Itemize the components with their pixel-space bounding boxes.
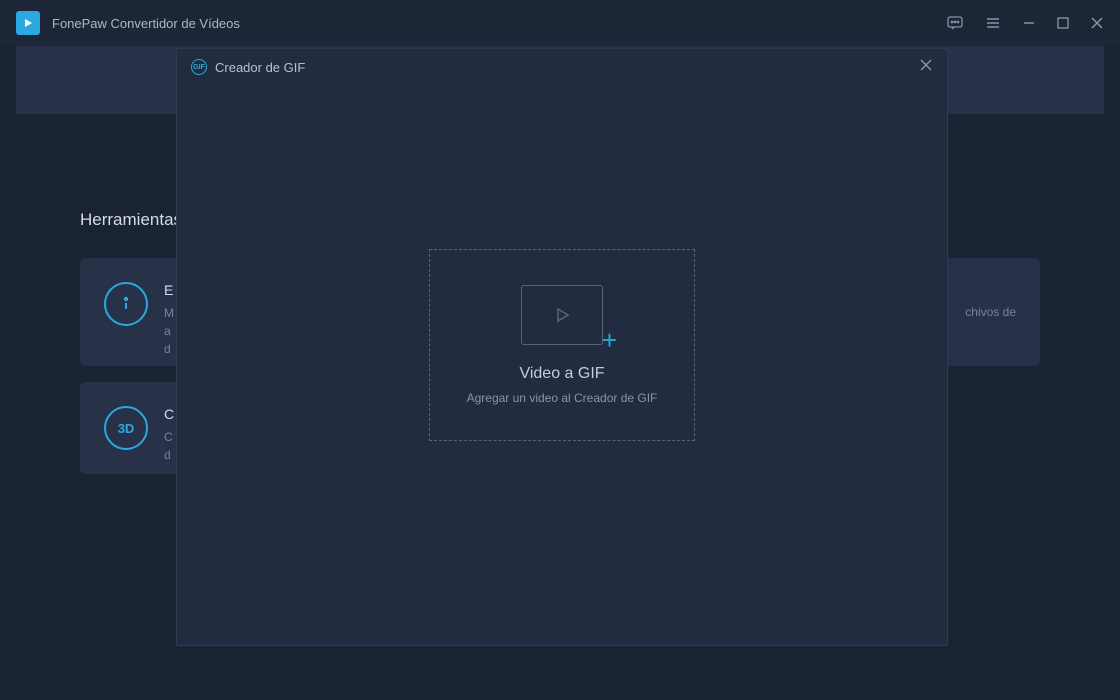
- gif-badge-text: GIF: [193, 64, 205, 71]
- gif-creator-modal: GIF Creador de GIF + Video a GIF Agregar…: [176, 48, 948, 646]
- dropzone-title: Video a GIF: [519, 365, 604, 383]
- modal-close-button[interactable]: [919, 58, 933, 77]
- 3d-icon-label: 3D: [118, 421, 135, 436]
- modal-body: + Video a GIF Agregar un video al Creado…: [177, 85, 947, 645]
- titlebar-left: FonePaw Convertidor de Vídeos: [16, 11, 240, 35]
- titlebar-right: [946, 14, 1104, 32]
- app-logo-icon: [16, 11, 40, 35]
- modal-header-left: GIF Creador de GIF: [191, 59, 305, 75]
- tool-desc: C d: [164, 428, 174, 464]
- tool-text: C C d: [164, 406, 174, 450]
- titlebar: FonePaw Convertidor de Vídeos: [0, 0, 1120, 46]
- tool-text: E M a d: [164, 282, 174, 342]
- tool-desc: M a d: [164, 304, 174, 358]
- maximize-icon[interactable]: [1056, 16, 1070, 30]
- 3d-icon: 3D: [104, 406, 148, 450]
- video-dropzone[interactable]: + Video a GIF Agregar un video al Creado…: [429, 249, 695, 441]
- feedback-icon[interactable]: [946, 14, 964, 32]
- minimize-icon[interactable]: [1022, 16, 1036, 30]
- modal-header: GIF Creador de GIF: [177, 49, 947, 85]
- app-title: FonePaw Convertidor de Vídeos: [52, 16, 240, 31]
- tool-title: E: [164, 282, 174, 298]
- tool-title: C: [164, 406, 174, 422]
- close-icon[interactable]: [1090, 16, 1104, 30]
- dropzone-visual: +: [521, 285, 603, 345]
- modal-title: Creador de GIF: [215, 60, 305, 75]
- plus-icon: +: [602, 327, 617, 353]
- video-placeholder-icon: [521, 285, 603, 345]
- gif-badge-icon: GIF: [191, 59, 207, 75]
- info-icon: [104, 282, 148, 326]
- menu-icon[interactable]: [984, 14, 1002, 32]
- dropzone-subtitle: Agregar un video al Creador de GIF: [467, 391, 658, 405]
- tool-desc-peek: chivos de: [965, 303, 1016, 321]
